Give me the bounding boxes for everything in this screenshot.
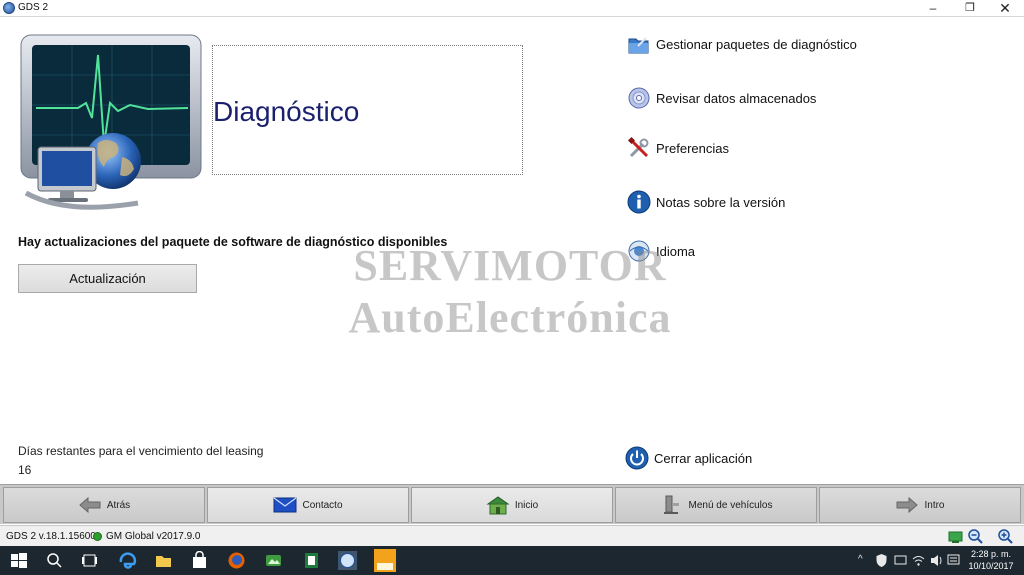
main-panel: Diagnóstico Hay actualizaciones del paqu… [0,18,1024,484]
windows-taskbar: ^ 2:28 p. m. 10/10/2017 [0,546,1024,575]
diagnostic-monitor-logo-icon [20,34,202,210]
title-box: Diagnóstico [212,45,523,175]
clock-date: 10/10/2017 [968,561,1014,571]
home-icon [486,496,510,515]
power-icon [625,446,649,470]
maximize-button[interactable]: ❐ [953,0,987,16]
firefox-icon[interactable] [227,551,246,570]
menu-item-label: Preferencias [656,140,729,156]
watermark-line-2: AutoElectrónica [348,293,672,342]
tools-icon [627,136,649,158]
menu-preferences[interactable]: Preferencias [627,135,729,161]
edge-icon[interactable] [118,551,137,570]
disc-icon [628,87,650,109]
minimize-button[interactable]: – [916,0,950,16]
nav-label: Intro [924,499,945,511]
window-titlebar: GDS 2 – ❐ ✕ [0,0,1024,17]
status-bar: GDS 2 v.18.1.15600 GM Global v2017.9.0 [0,525,1024,546]
back-arrow-icon [79,496,101,514]
menu-item-label: Revisar datos almacenados [656,90,817,106]
file-explorer-icon[interactable] [154,551,173,570]
contact-button[interactable]: Contacto [207,487,409,523]
vehicle-lift-icon [663,495,679,514]
menu-close-application[interactable]: Cerrar aplicación [625,445,752,471]
watermark-line-1: SERVIMOTOR [353,241,667,290]
menu-review-stored-data[interactable]: Revisar datos almacenados [627,85,816,111]
taskbar-clock[interactable]: 2:28 p. m. 10/10/2017 [962,548,1020,572]
gm-global-version: GM Global v2017.9.0 [106,531,201,542]
close-button[interactable]: ✕ [988,0,1022,16]
intro-button[interactable]: Intro [819,487,1021,523]
info-icon [627,190,651,214]
menu-item-label: Gestionar paquetes de diagnóstico [656,36,857,52]
device-icon[interactable] [893,553,908,568]
gds-version: GDS 2 v.18.1.15600 [6,531,96,542]
windows-start-icon[interactable] [9,551,28,570]
network-status-icon[interactable] [947,528,964,545]
menu-item-label: Cerrar aplicación [654,450,753,466]
nav-label: Inicio [514,499,539,511]
bottom-navigation-bar: Atrás Contacto Inicio Menú de vehículos … [0,484,1024,524]
back-button[interactable]: Atrás [3,487,205,523]
nav-label: Menú de vehículos [688,499,773,511]
nav-label: Contacto [302,499,343,511]
volume-icon[interactable] [929,553,944,568]
envelope-icon [273,497,297,513]
zoom-out-icon[interactable] [967,528,984,545]
tray-expand-button[interactable]: ^ [858,554,863,565]
notification-icon[interactable] [946,553,961,568]
wifi-icon[interactable] [911,553,926,568]
task-view-icon[interactable] [80,551,99,570]
gds-app-icon [3,2,15,14]
lease-remaining-label: Días restantes para el vencimiento del l… [18,444,264,458]
package-folder-icon [628,37,649,54]
menu-item-label: Notas sobre la versión [656,194,786,210]
forward-arrow-icon [896,496,919,514]
photos-icon[interactable] [264,551,283,570]
lease-remaining-days: 16 [18,463,32,477]
menu-manage-diagnostic-packages[interactable]: Gestionar paquetes de diagnóstico [627,31,857,57]
tech2win-icon[interactable] [374,549,396,572]
shield-icon[interactable] [874,553,889,568]
gds-icon[interactable] [338,551,357,570]
store-icon[interactable] [190,551,209,570]
home-button[interactable]: Inicio [411,487,613,523]
clock-time: 2:28 p. m. [970,549,1012,559]
nav-label: Atrás [106,499,131,511]
search-icon[interactable] [45,551,64,570]
window-title: GDS 2 [18,2,49,13]
page-title: Diagnóstico [213,96,360,127]
update-button[interactable]: Actualización [18,264,197,293]
connection-status-indicator [93,532,102,541]
menu-release-notes[interactable]: Notas sobre la versión [627,189,785,215]
vehicle-menu-button[interactable]: Menú de vehículos [615,487,817,523]
excel-icon[interactable] [302,551,321,570]
zoom-in-icon[interactable] [997,528,1014,545]
